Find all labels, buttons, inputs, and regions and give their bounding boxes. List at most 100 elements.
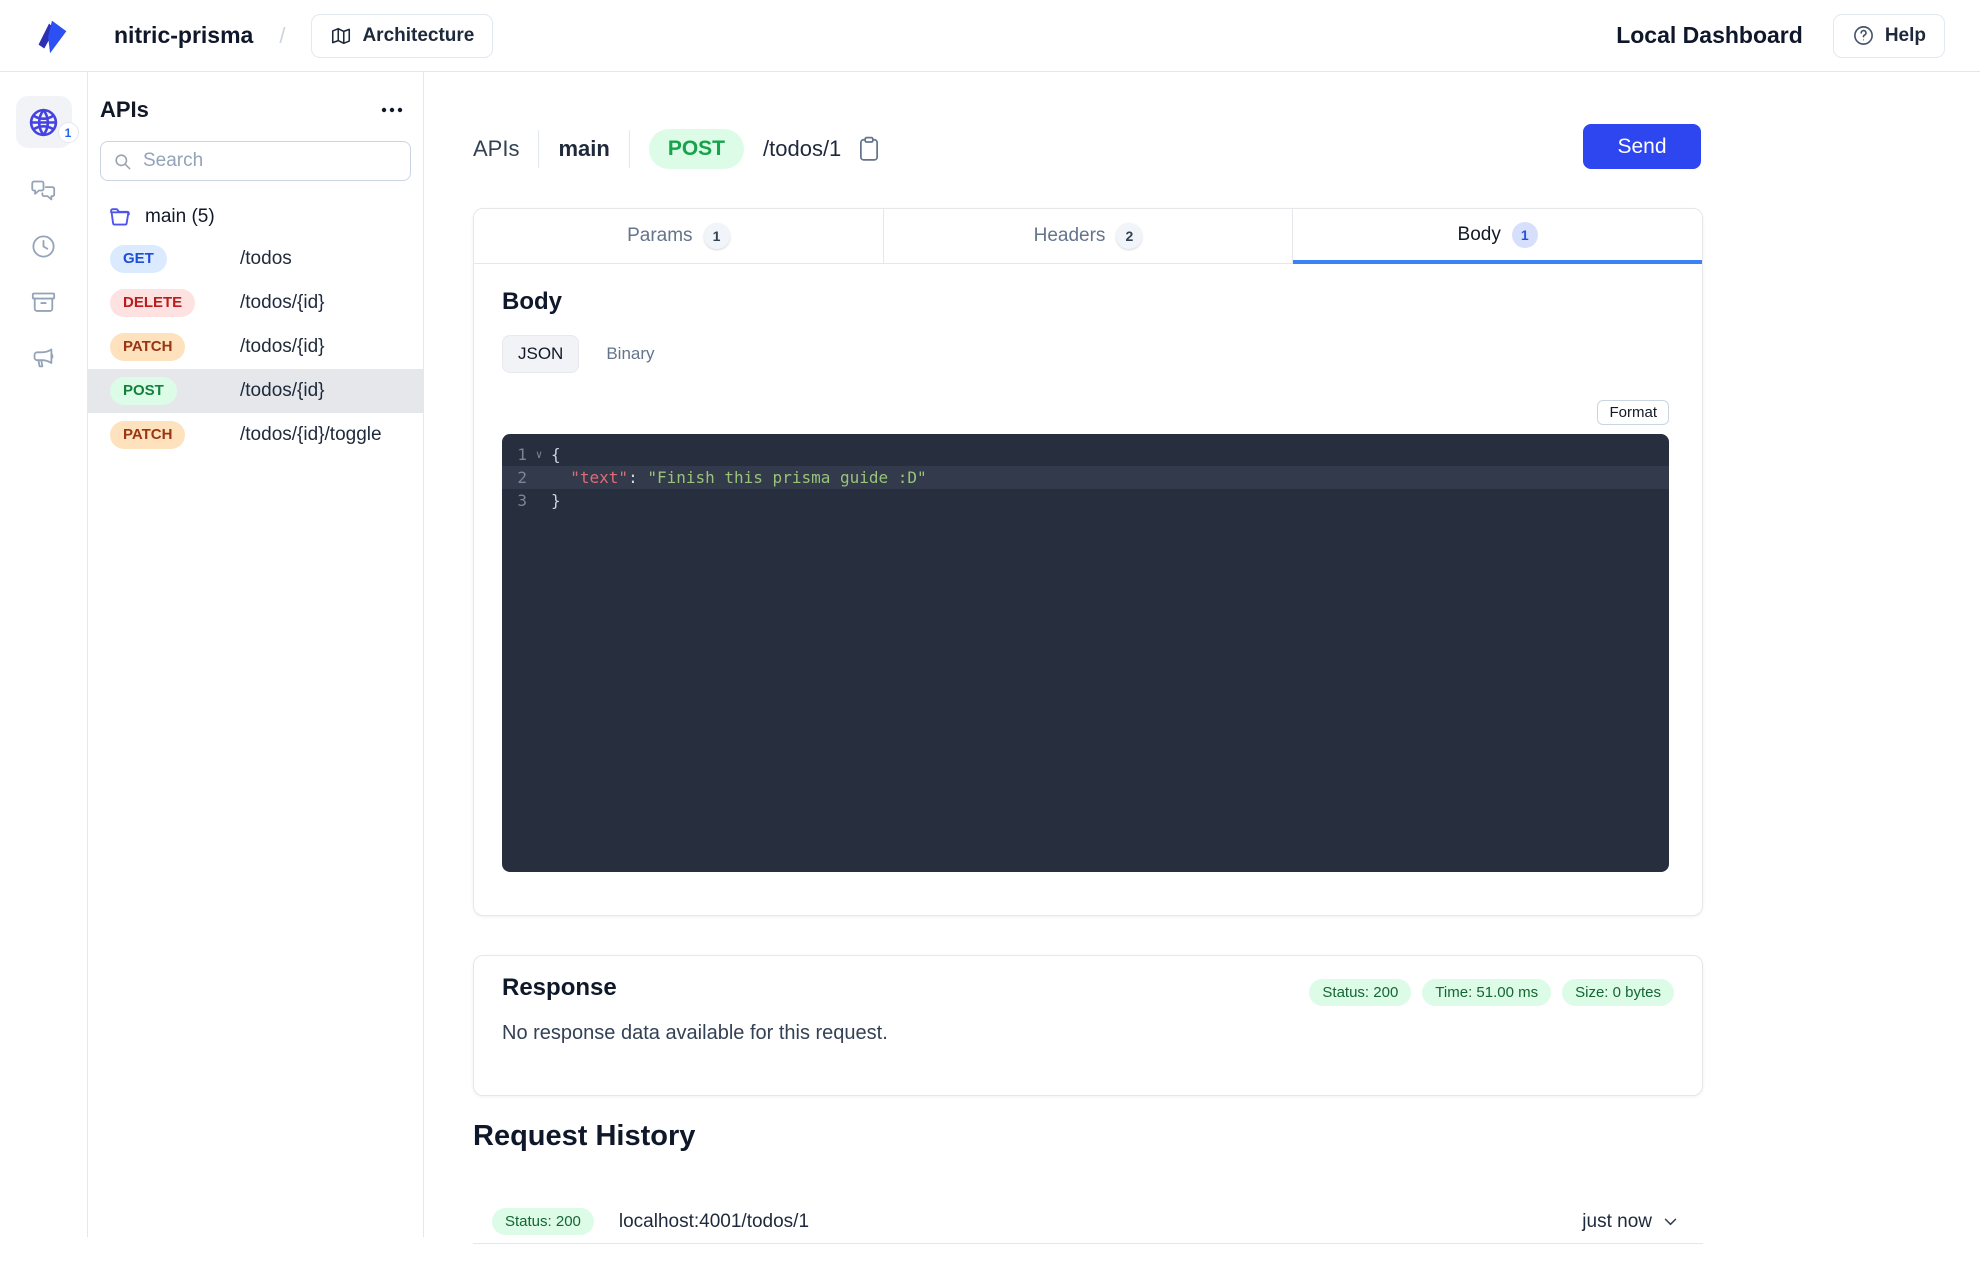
time-badge: Time: 51.00 ms	[1422, 979, 1552, 1006]
nav-schedules-button[interactable]	[30, 233, 57, 260]
ellipsis-icon	[381, 107, 403, 113]
architecture-button[interactable]: Architecture	[311, 13, 494, 58]
history-status-badge: Status: 200	[492, 1208, 594, 1235]
response-title: Response	[502, 974, 617, 1001]
method-badge: PATCH	[110, 421, 186, 449]
request-history-title: Request History	[473, 1120, 696, 1152]
endpoint-path: /todos/{id}	[240, 292, 325, 313]
nitric-logo-icon[interactable]	[28, 13, 74, 59]
tab-body[interactable]: Body 1	[1293, 209, 1702, 264]
project-name: nitric-prisma	[114, 22, 254, 48]
nav-storage-button[interactable]	[30, 289, 57, 316]
map-icon	[332, 27, 351, 44]
history-url: localhost:4001/todos/1	[618, 1210, 810, 1232]
copy-path-button[interactable]	[858, 136, 880, 162]
tab-label: Params	[627, 225, 693, 246]
endpoint-path: /todos/{id}/toggle	[240, 424, 382, 445]
tab-label: Headers	[1033, 225, 1106, 246]
clock-icon	[32, 235, 55, 258]
endpoint-path: /todos/{id}	[240, 336, 325, 357]
json-body-editor[interactable]: 1 ∨ { 2 "text": "Finish this prisma guid…	[502, 434, 1669, 872]
history-timestamp: just now	[1582, 1210, 1652, 1232]
fold-chevron-icon[interactable]: ∨	[527, 448, 551, 461]
request-card: Params 1 Headers 2 Body 1 Body JSON Bina…	[473, 208, 1703, 916]
tab-headers[interactable]: Headers 2	[883, 209, 1294, 264]
chat-bubbles-icon	[31, 180, 56, 201]
endpoint-row-delete-todo[interactable]: DELETE /todos/{id}	[88, 281, 423, 325]
nav-websockets-button[interactable]	[30, 177, 57, 204]
send-button[interactable]: Send	[1583, 124, 1701, 169]
breadcrumb-separator: /	[279, 22, 286, 48]
code-text: }	[551, 491, 561, 510]
sidebar-title: APIs	[100, 97, 149, 122]
help-button[interactable]: Help	[1832, 13, 1945, 58]
request-tabs: Params 1 Headers 2 Body 1	[474, 209, 1702, 264]
question-circle-icon	[1853, 26, 1873, 45]
breadcrumb-api-main[interactable]: main	[558, 136, 609, 162]
line-number: 2	[517, 468, 527, 487]
response-badges: Status: 200 Time: 51.00 ms Size: 0 bytes	[1309, 979, 1674, 1006]
size-badge: Size: 0 bytes	[1562, 979, 1674, 1006]
apis-sidebar: APIs main (5) GET /to	[88, 72, 424, 1237]
method-badge: GET	[110, 245, 167, 273]
code-text: "text": "Finish this prisma guide :D"	[570, 468, 927, 487]
tab-count-badge: 1	[1511, 221, 1538, 248]
sidebar-menu-button[interactable]	[377, 103, 407, 117]
breadcrumb-divider	[628, 129, 630, 168]
code-text: {	[551, 445, 561, 464]
json-string-value: "Finish this prisma guide :D"	[647, 468, 927, 487]
endpoint-path: /todos	[240, 248, 292, 269]
search-icon	[115, 153, 131, 169]
request-breadcrumb: APIs main POST /todos/1	[473, 126, 880, 171]
help-label: Help	[1884, 24, 1926, 46]
editor-line-3: 3 }	[502, 489, 1669, 512]
method-badge: DELETE	[110, 289, 196, 317]
breadcrumb-apis[interactable]: APIs	[473, 136, 519, 162]
endpoint-row-patch-toggle[interactable]: PATCH /todos/{id}/toggle	[88, 413, 423, 457]
page-title: Local Dashboard	[1616, 22, 1803, 48]
archive-box-icon	[31, 292, 56, 312]
request-path: /todos/1	[763, 135, 842, 161]
globe-icon	[29, 108, 58, 136]
line-number: 1	[517, 445, 527, 464]
top-header: nitric-prisma / Architecture Local Dashb…	[0, 0, 1980, 72]
method-badge: POST	[110, 377, 177, 405]
breadcrumb-divider	[538, 129, 540, 168]
clipboard-icon	[860, 136, 879, 161]
architecture-label: Architecture	[362, 24, 475, 46]
tab-label: Body	[1457, 223, 1501, 245]
chevron-down-icon[interactable]	[1662, 1213, 1679, 1230]
endpoint-tree: main (5) GET /todos DELETE /todos/{id} P…	[88, 197, 423, 457]
format-button[interactable]: Format	[1597, 400, 1669, 425]
tab-params[interactable]: Params 1	[474, 209, 884, 264]
endpoint-row-get-todos[interactable]: GET /todos	[88, 237, 423, 281]
endpoint-row-post-todo[interactable]: POST /todos/{id}	[88, 369, 423, 413]
api-folder-main[interactable]: main (5)	[88, 197, 423, 237]
json-key: "text"	[570, 468, 629, 487]
megaphone-icon	[33, 348, 54, 368]
mode-binary-button[interactable]: Binary	[606, 344, 654, 364]
endpoint-row-patch-todo[interactable]: PATCH /todos/{id}	[88, 325, 423, 369]
editor-line-1: 1 ∨ {	[502, 443, 1669, 466]
response-card: Response Status: 200 Time: 51.00 ms Size…	[473, 955, 1703, 1096]
apis-count-badge: 1	[57, 122, 79, 143]
body-section-title: Body	[502, 288, 562, 315]
mode-json-button[interactable]: JSON	[502, 335, 580, 373]
tab-count-badge: 1	[703, 223, 730, 249]
nav-rail: 1	[0, 72, 88, 1237]
body-mode-toggle: JSON Binary	[502, 335, 655, 373]
nav-topics-button[interactable]	[30, 345, 57, 372]
endpoint-path: /todos/{id}	[240, 380, 325, 401]
line-number: 3	[517, 491, 527, 510]
nitric-dashboard: nitric-prisma / Architecture Local Dashb…	[0, 0, 1980, 1265]
history-row[interactable]: Status: 200 localhost:4001/todos/1 just …	[473, 1200, 1703, 1244]
tab-count-badge: 2	[1116, 223, 1143, 249]
method-badge: PATCH	[110, 333, 186, 361]
request-method-badge: POST	[648, 128, 745, 169]
folder-open-icon	[110, 207, 130, 226]
search-box	[100, 141, 411, 181]
status-badge: Status: 200	[1309, 979, 1412, 1006]
response-empty-message: No response data available for this requ…	[502, 1022, 888, 1044]
search-input[interactable]	[143, 150, 398, 172]
nav-apis-button[interactable]: 1	[15, 96, 79, 148]
